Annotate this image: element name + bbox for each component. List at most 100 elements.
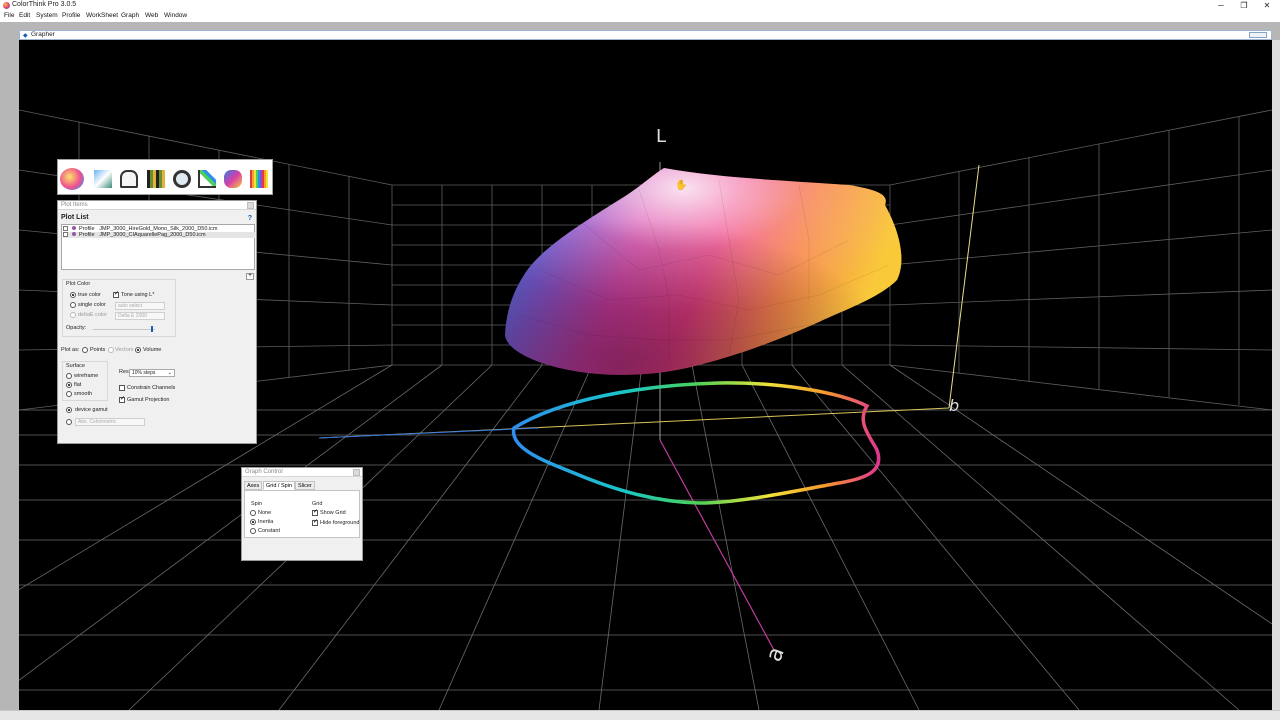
- menu-web[interactable]: Web: [145, 12, 158, 19]
- add-item-button[interactable]: +: [246, 273, 254, 280]
- vectors-radio[interactable]: [108, 347, 114, 353]
- constrain-channels-label: Constrain Channels: [127, 385, 176, 391]
- res-value: 10% steps: [132, 370, 156, 376]
- res-dropdown[interactable]: 10% steps ⌄: [129, 369, 175, 377]
- spin-constant-radio[interactable]: [250, 528, 256, 534]
- graph-control-close-button[interactable]: [353, 469, 360, 476]
- grapher-icon: ◆: [23, 33, 28, 39]
- list-item[interactable]: Profile JMP_3000_CIAquarellePag_2000_D50…: [63, 232, 255, 238]
- item-name: JMP_3000_CIAquarellePag_2000_D50.icm: [99, 232, 206, 238]
- colorthink-app-icon: [3, 2, 10, 9]
- app-title-bar: ColorThink Pro 3.0.5 ─ ❐ ✕: [0, 0, 1280, 11]
- color-list-icon[interactable]: [120, 170, 138, 188]
- hide-foreground-checkbox[interactable]: [312, 520, 318, 526]
- points-radio[interactable]: [82, 347, 88, 353]
- plot-items-title: Plot Items: [61, 202, 88, 208]
- true-color-label: true color: [78, 292, 101, 298]
- delta-e-method-dropdown[interactable]: Delta E 2000: [115, 312, 165, 320]
- opacity-label: Opacity:: [66, 325, 87, 331]
- rendering-intent-dropdown[interactable]: Abs. Colorimetric: [75, 418, 145, 426]
- color-worksheet-icon[interactable]: [60, 168, 84, 190]
- color-select-dropdown[interactable]: auto select: [115, 302, 165, 310]
- spin-none-radio[interactable]: [250, 510, 256, 516]
- plot-list[interactable]: Profile JMP_3000_HireGold_Mono_Silk_2000…: [61, 224, 255, 270]
- menu-edit[interactable]: Edit: [19, 12, 30, 19]
- wireframe-radio[interactable]: [66, 373, 72, 379]
- status-bar: [0, 710, 1280, 720]
- minimize-button[interactable]: ─: [1210, 0, 1232, 11]
- gamut-projection-label: Gamut Projection: [127, 397, 170, 403]
- spin-constant-label: Constant: [258, 528, 281, 534]
- single-color-radio[interactable]: [70, 302, 76, 308]
- menu-window[interactable]: Window: [164, 12, 187, 19]
- spin-inertia-label: Inertia: [258, 519, 274, 525]
- tab-axes[interactable]: Axes: [244, 481, 263, 490]
- constrain-channels-checkbox[interactable]: [119, 385, 125, 391]
- item-type: Profile: [79, 232, 95, 238]
- rendering-intent-radio[interactable]: [66, 419, 72, 425]
- menu-profile[interactable]: Profile: [62, 12, 80, 19]
- item-checkbox[interactable]: [63, 232, 68, 237]
- rainbow-icon[interactable]: [250, 170, 268, 188]
- plot-list-header: Plot List: [61, 214, 89, 221]
- b-axis-blue-segment: [318, 427, 540, 439]
- chevron-down-icon: ⌄: [167, 370, 172, 376]
- surface-label: Surface: [66, 363, 85, 369]
- wireframe-label: wireframe: [74, 373, 99, 379]
- points-label: Points: [90, 347, 106, 353]
- a-axis-line: [659, 439, 775, 651]
- window-title: ColorThink Pro 3.0.5: [12, 1, 77, 8]
- gamut-projection-ring: [511, 381, 881, 505]
- close-button[interactable]: ✕: [1256, 0, 1278, 11]
- spin-inertia-radio[interactable]: [250, 519, 256, 525]
- show-grid-checkbox[interactable]: [312, 510, 318, 516]
- smooth-radio[interactable]: [66, 391, 72, 397]
- opacity-slider[interactable]: [93, 329, 155, 330]
- magnifier-icon[interactable]: [173, 170, 191, 188]
- cursor-icon: ✋: [675, 180, 688, 191]
- opacity-slider-thumb[interactable]: [150, 326, 153, 332]
- device-gamut-radio[interactable]: [66, 407, 72, 413]
- right-wall-grid: [889, 109, 1272, 411]
- grapher-title: Grapher: [31, 31, 55, 38]
- 3d-gamut-icon[interactable]: [224, 170, 242, 188]
- grapher-title-bar[interactable]: ◆ Grapher: [19, 30, 1272, 40]
- plot-items-title-bar[interactable]: Plot Items: [58, 201, 256, 210]
- tone-using-checkbox[interactable]: [113, 292, 119, 298]
- spin-label: Spin: [251, 501, 263, 507]
- tab-slicer[interactable]: Slicer: [295, 481, 315, 490]
- menu-graph[interactable]: Graph: [121, 12, 139, 19]
- plot-color-label: Plot Color: [66, 281, 91, 287]
- tab-grid-spin[interactable]: Grid / Spin: [263, 481, 295, 490]
- profile-inspector-icon[interactable]: [94, 170, 112, 188]
- flat-radio[interactable]: [66, 382, 72, 388]
- profile-icon: [72, 232, 76, 236]
- help-icon[interactable]: ?: [248, 215, 252, 222]
- device-gamut-label: device gamut: [75, 407, 108, 413]
- restore-button[interactable]: ❐: [1233, 0, 1255, 11]
- b-axis-label: b: [949, 396, 960, 415]
- menu-bar: File Edit System Profile WorkSheet Graph…: [0, 11, 1280, 22]
- show-grid-label: Show Grid: [320, 510, 346, 516]
- plot-items-close-button[interactable]: [247, 202, 254, 209]
- chart-icon[interactable]: [198, 170, 216, 188]
- item-checkbox[interactable]: [63, 226, 68, 231]
- graph-control-title-bar[interactable]: Graph Control: [242, 468, 362, 477]
- hide-foreground-label: Hide foreground: [320, 520, 360, 526]
- profile-icon: [72, 226, 76, 230]
- grapher-window-buttons[interactable]: [1249, 32, 1267, 38]
- graph-control-title: Graph Control: [245, 469, 283, 475]
- film-icon[interactable]: [147, 170, 165, 188]
- gamut-projection-checkbox[interactable]: [119, 397, 125, 403]
- menu-system[interactable]: System: [36, 12, 58, 19]
- deltae-color-label: deltaE color: [78, 312, 108, 318]
- res-label: Res: [119, 369, 129, 375]
- true-color-radio[interactable]: [70, 292, 76, 298]
- menu-file[interactable]: File: [4, 12, 14, 19]
- flat-label: flat: [74, 382, 82, 388]
- menu-worksheet[interactable]: WorkSheet: [86, 12, 118, 19]
- right-scroll-strip[interactable]: [1272, 40, 1280, 710]
- volume-radio[interactable]: [135, 347, 141, 353]
- grid-label: Grid: [312, 501, 323, 507]
- deltae-color-radio[interactable]: [70, 312, 76, 318]
